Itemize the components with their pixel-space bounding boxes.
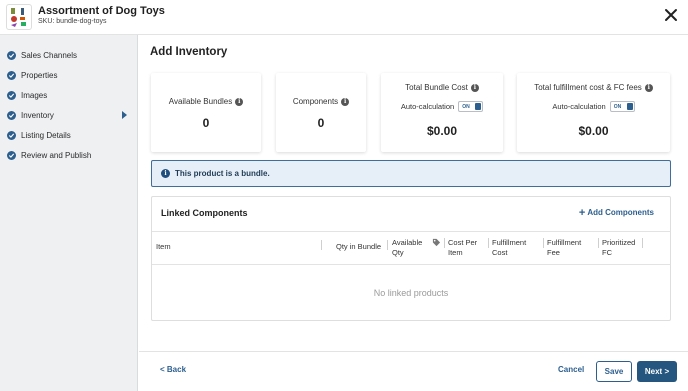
column-header-fulfillment-fee[interactable]: Fulfillment Fee	[547, 238, 581, 258]
available-bundles-label: Available Bundles	[168, 97, 233, 106]
table-header: Item Qty in Bundle Available Qty Cost Pe…	[152, 231, 670, 265]
bundle-info-banner: i This product is a bundle.	[151, 160, 671, 187]
check-circle-icon	[7, 70, 16, 80]
sidebar-item-label: Sales Channels	[21, 50, 78, 60]
sidebar-item-label: Listing Details	[21, 130, 71, 140]
column-divider[interactable]	[642, 238, 643, 248]
close-icon[interactable]	[664, 8, 678, 22]
toggle-state-text: ON	[462, 103, 470, 110]
auto-calculation-label: Auto-calculation	[552, 102, 606, 111]
check-circle-icon	[7, 90, 16, 100]
sidebar-item-label: Inventory	[21, 110, 54, 120]
column-divider[interactable]	[543, 238, 544, 248]
cancel-button[interactable]: Cancel	[558, 365, 584, 374]
column-header-fulfillment-cost[interactable]: Fulfillment Cost	[492, 238, 526, 258]
column-divider[interactable]	[598, 238, 599, 248]
sidebar-item-label: Properties	[21, 70, 58, 80]
components-label: Components	[292, 97, 339, 106]
product-title: Assortment of Dog Toys	[38, 5, 165, 17]
sidebar-item-label: Review and Publish	[21, 150, 92, 160]
column-header-line: Fulfillment	[492, 238, 527, 247]
product-sku: SKU: bundle-dog-toys	[38, 18, 107, 25]
auto-calculation-row: Auto-calculation ON	[381, 101, 503, 112]
toggle-knob	[475, 103, 482, 110]
total-bundle-cost-label-row: Total Bundle Cost i	[381, 83, 503, 92]
info-icon[interactable]: i	[235, 97, 244, 106]
active-arrow-icon	[122, 111, 127, 119]
column-header-cost-per-item[interactable]: Cost Per Item	[448, 238, 477, 258]
auto-calculation-toggle[interactable]: ON	[609, 101, 635, 112]
info-icon[interactable]: i	[644, 83, 653, 92]
toggle-state-text: ON	[613, 103, 622, 110]
column-divider[interactable]	[387, 240, 388, 250]
check-circle-icon	[7, 110, 16, 120]
info-icon: i	[161, 169, 170, 178]
column-header-qty-in-bundle[interactable]: Qty in Bundle	[336, 242, 381, 252]
sidebar-item-inventory[interactable]: Inventory	[7, 108, 135, 122]
banner-text: This product is a bundle.	[175, 169, 270, 178]
main-content: Add Inventory Available Bundles i 0 Comp…	[139, 35, 688, 391]
header-bar: Assortment of Dog Toys SKU: bundle-dog-t…	[0, 0, 688, 35]
total-bundle-cost-card: Total Bundle Cost i Auto-calculation ON …	[381, 73, 503, 152]
column-divider[interactable]	[488, 238, 489, 248]
auto-calculation-label: Auto-calculation	[400, 102, 455, 111]
column-header-available-qty[interactable]: Available Qty	[392, 238, 422, 258]
product-thumbnail	[6, 4, 32, 30]
info-icon[interactable]: i	[470, 83, 479, 92]
sidebar-item-sales-channels[interactable]: Sales Channels	[7, 48, 135, 62]
total-bundle-cost-value: $0.00	[426, 124, 458, 138]
column-header-line: Item	[448, 248, 463, 257]
empty-state-text: No linked products	[373, 288, 449, 298]
components-card: Components i 0	[276, 73, 366, 152]
sidebar-item-listing-details[interactable]: Listing Details	[7, 128, 135, 142]
column-header-line: Cost Per	[448, 238, 478, 247]
add-components-label: Add Components	[587, 208, 654, 217]
column-header-line: Prioritized	[602, 238, 636, 247]
plus-icon: +	[578, 206, 586, 219]
column-header-item[interactable]: Item	[156, 242, 171, 252]
column-header-line: Available	[392, 238, 423, 247]
fulfillment-cost-card: Total fulfillment cost & FC fees i Auto-…	[517, 73, 670, 152]
next-button[interactable]: Next >	[637, 361, 677, 382]
back-button[interactable]: < Back	[160, 365, 186, 374]
check-circle-icon	[7, 150, 16, 160]
check-circle-icon	[7, 50, 16, 60]
linked-components-title: Linked Components	[161, 208, 248, 218]
fulfillment-cost-label: Total fulfillment cost & FC fees	[534, 83, 642, 92]
column-divider[interactable]	[444, 238, 445, 248]
available-bundles-value: 0	[202, 116, 210, 130]
dog-toys-icon	[11, 8, 26, 27]
column-header-line: Cost	[492, 248, 508, 257]
sidebar-item-properties[interactable]: Properties	[7, 68, 135, 82]
components-value: 0	[317, 116, 325, 130]
add-components-button[interactable]: + Add Components	[578, 206, 654, 219]
check-circle-icon	[7, 130, 16, 140]
auto-calculation-toggle[interactable]: ON	[458, 101, 484, 112]
column-header-line: Fee	[547, 248, 560, 257]
sidebar-item-label: Images	[21, 90, 48, 100]
components-label-row: Components i	[276, 97, 366, 106]
page-title: Add Inventory	[150, 46, 228, 58]
toggle-knob	[626, 103, 633, 110]
footer-divider	[139, 351, 688, 352]
fulfillment-cost-value: $0.00	[578, 124, 609, 138]
total-bundle-cost-label: Total Bundle Cost	[405, 83, 468, 92]
linked-components-panel: Linked Components + Add Components Item …	[151, 196, 671, 321]
column-header-line: Qty	[392, 248, 404, 257]
save-button[interactable]: Save	[596, 361, 632, 382]
sidebar: Sales Channels Properties Images Invento…	[0, 35, 138, 391]
available-bundles-label-row: Available Bundles i	[151, 97, 261, 106]
column-header-prioritized-fc[interactable]: Prioritized FC	[602, 238, 635, 258]
column-header-line: Fulfillment	[547, 238, 582, 247]
available-bundles-card: Available Bundles i 0	[151, 73, 261, 152]
column-divider[interactable]	[321, 240, 322, 250]
fulfillment-cost-label-row: Total fulfillment cost & FC fees i	[517, 83, 670, 92]
sidebar-item-images[interactable]: Images	[7, 88, 135, 102]
auto-calculation-row: Auto-calculation ON	[517, 101, 670, 112]
sidebar-item-review-and-publish[interactable]: Review and Publish	[7, 148, 135, 162]
column-header-line: FC	[602, 248, 612, 257]
info-icon[interactable]: i	[341, 97, 350, 106]
tag-icon[interactable]	[432, 238, 441, 247]
